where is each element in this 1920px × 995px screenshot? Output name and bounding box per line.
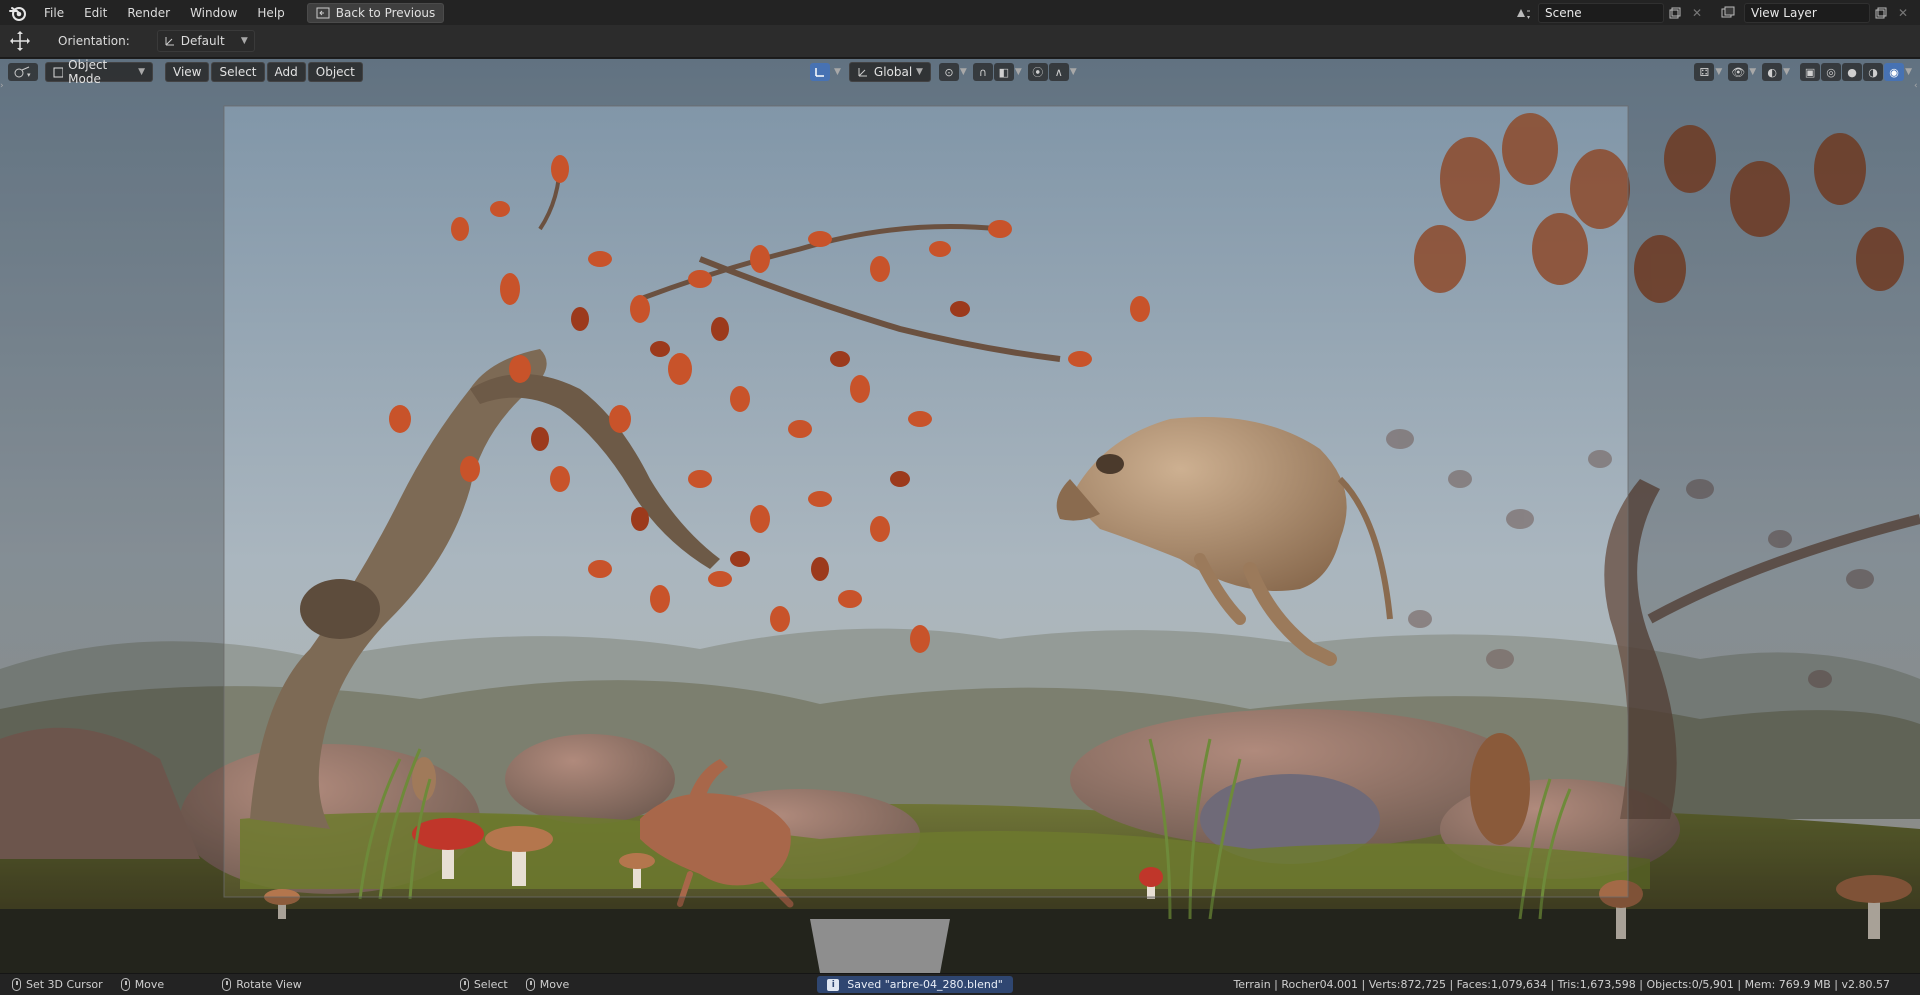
chevron-down-icon[interactable]: ▼ xyxy=(1015,67,1022,77)
pivot-point-icon[interactable]: ⊙ xyxy=(938,63,959,81)
object-mode-dropdown[interactable]: Object Mode ▼ xyxy=(45,59,153,86)
add-menu-label: Add xyxy=(274,65,298,79)
orientation-value: Default xyxy=(180,34,225,48)
back-to-previous-button[interactable]: Back to Previous xyxy=(306,2,445,23)
object-type-visibility-icon[interactable]: ⚃ xyxy=(1694,63,1715,81)
chevron-down-icon[interactable]: ▼ xyxy=(960,67,967,77)
rendered-scene-image xyxy=(0,59,1920,973)
left-mouse-icon xyxy=(12,978,21,991)
scene-name-field[interactable]: Scene xyxy=(1538,2,1664,23)
status-rotate-view: Rotate View xyxy=(222,978,302,991)
orientation-label: Orientation: xyxy=(58,34,130,48)
chevron-down-icon[interactable]: ▼ xyxy=(1905,67,1912,77)
chevron-down-icon: ▼ xyxy=(916,67,923,77)
view-menu-label: View xyxy=(173,65,202,79)
svg-text:▾: ▾ xyxy=(27,71,31,79)
viewport-menu-view[interactable]: View xyxy=(165,62,210,82)
delete-view-layer-icon[interactable]: ✕ xyxy=(1892,4,1914,22)
chevron-down-icon[interactable]: ▼ xyxy=(1749,67,1756,77)
global-axes-icon xyxy=(858,68,867,77)
orientation-axes-icon xyxy=(165,37,174,46)
new-scene-icon[interactable] xyxy=(1664,4,1686,22)
delete-scene-icon[interactable]: ✕ xyxy=(1686,4,1708,22)
snap-target-icon[interactable]: ◧ xyxy=(993,63,1014,81)
status-bar: Set 3D Cursor Move Rotate View Select Mo… xyxy=(0,973,1920,995)
menu-edit[interactable]: Edit xyxy=(74,3,117,23)
middle-mouse-icon xyxy=(222,978,232,991)
chevron-down-icon[interactable]: ▼ xyxy=(1070,67,1077,77)
scene-selector-icon[interactable]: ▾ xyxy=(1512,4,1534,22)
info-icon: i xyxy=(827,978,840,991)
back-to-previous-label: Back to Previous xyxy=(335,5,436,20)
menu-help[interactable]: Help xyxy=(247,3,294,23)
viewport-header: ▾ Object Mode ▼ View Select Add Object ▼… xyxy=(0,59,1920,86)
right-mouse-icon xyxy=(459,978,469,991)
orientation-dropdown[interactable]: Default ▼ xyxy=(156,30,255,52)
rendered-shading-icon[interactable]: ◉ xyxy=(1884,63,1905,81)
rotate-view-label: Rotate View xyxy=(236,978,302,991)
editor-type-icon[interactable]: ▾ xyxy=(8,63,38,81)
move-tool-icon[interactable] xyxy=(0,30,40,52)
move-label: Move xyxy=(134,978,165,991)
chevron-down-icon: ▼ xyxy=(138,67,145,77)
chevron-down-icon[interactable]: ▼ xyxy=(1715,67,1722,77)
falloff-curve-icon[interactable]: ∧ xyxy=(1048,63,1069,81)
wireframe-shading-icon[interactable]: ◎ xyxy=(1821,63,1842,81)
mouse-drag-icon xyxy=(525,978,535,991)
material-preview-shading-icon[interactable]: ◑ xyxy=(1863,63,1884,81)
solid-shading-icon[interactable]: ● xyxy=(1842,63,1863,81)
transform-pivot-icon[interactable] xyxy=(810,63,830,81)
status-move: Move xyxy=(120,978,165,991)
transform-orientation-dropdown[interactable]: Global ▼ xyxy=(848,62,931,82)
set-3d-cursor-label: Set 3D Cursor xyxy=(26,978,103,991)
select-menu-label: Select xyxy=(219,65,257,79)
menu-render[interactable]: Render xyxy=(117,3,180,23)
scene-name-value: Scene xyxy=(1545,5,1582,20)
view-layer-name-value: View Layer xyxy=(1751,5,1817,20)
toolbar-expand-arrow-icon[interactable]: › xyxy=(0,81,6,97)
top-bar: File Edit Render Window Help Back to Pre… xyxy=(0,0,1920,25)
object-mode-icon xyxy=(53,67,64,77)
view-layer-name-field[interactable]: View Layer xyxy=(1744,2,1870,23)
chevron-down-icon[interactable]: ▼ xyxy=(1783,67,1790,77)
blender-logo-icon[interactable] xyxy=(8,3,28,23)
viewport-menu-object[interactable]: Object xyxy=(307,62,363,82)
menu-window[interactable]: Window xyxy=(180,3,247,23)
object-menu-label: Object xyxy=(315,65,355,79)
mouse-drag-icon xyxy=(120,978,130,991)
status-select: Select xyxy=(459,978,508,991)
move-label: Move xyxy=(539,978,570,991)
svg-text:▾: ▾ xyxy=(1527,14,1530,20)
object-mode-label: Object Mode xyxy=(68,59,108,86)
select-label: Select xyxy=(473,978,508,991)
sidebar-expand-arrow-icon[interactable]: ‹ xyxy=(1914,81,1920,97)
overlays-icon[interactable]: ◐ xyxy=(1762,63,1783,81)
status-set-3d-cursor: Set 3D Cursor xyxy=(12,978,103,991)
3d-viewport[interactable]: ▾ Object Mode ▼ View Select Add Object ▼… xyxy=(0,59,1920,973)
gizmo-visibility-icon[interactable]: 👁 xyxy=(1728,63,1749,81)
menu-file[interactable]: File xyxy=(34,3,74,23)
saved-report-banner[interactable]: i Saved "arbre-04_280.blend" xyxy=(817,976,1013,993)
transform-orientation-value: Global xyxy=(873,65,913,79)
scene-statistics: Terrain | Rocher04.001 | Verts:872,725 |… xyxy=(1233,978,1890,991)
chevron-down-icon: ▼ xyxy=(240,36,248,46)
new-view-layer-icon[interactable] xyxy=(1870,4,1892,22)
back-screen-icon xyxy=(316,7,330,18)
proportional-edit-icon[interactable]: ⦿ xyxy=(1027,63,1048,81)
chevron-down-icon[interactable]: ▼ xyxy=(834,67,841,77)
saved-message: Saved "arbre-04_280.blend" xyxy=(847,978,1003,991)
snap-magnet-icon[interactable]: ∩ xyxy=(972,63,993,81)
xray-toggle-icon[interactable]: ▣ xyxy=(1800,63,1821,81)
viewport-menu-select[interactable]: Select xyxy=(211,62,265,82)
tool-settings-header: Orientation: Default ▼ xyxy=(0,25,1920,58)
view-layer-selector-icon[interactable] xyxy=(1718,4,1740,22)
status-move-2: Move xyxy=(525,978,570,991)
viewport-menu-add[interactable]: Add xyxy=(266,62,306,82)
